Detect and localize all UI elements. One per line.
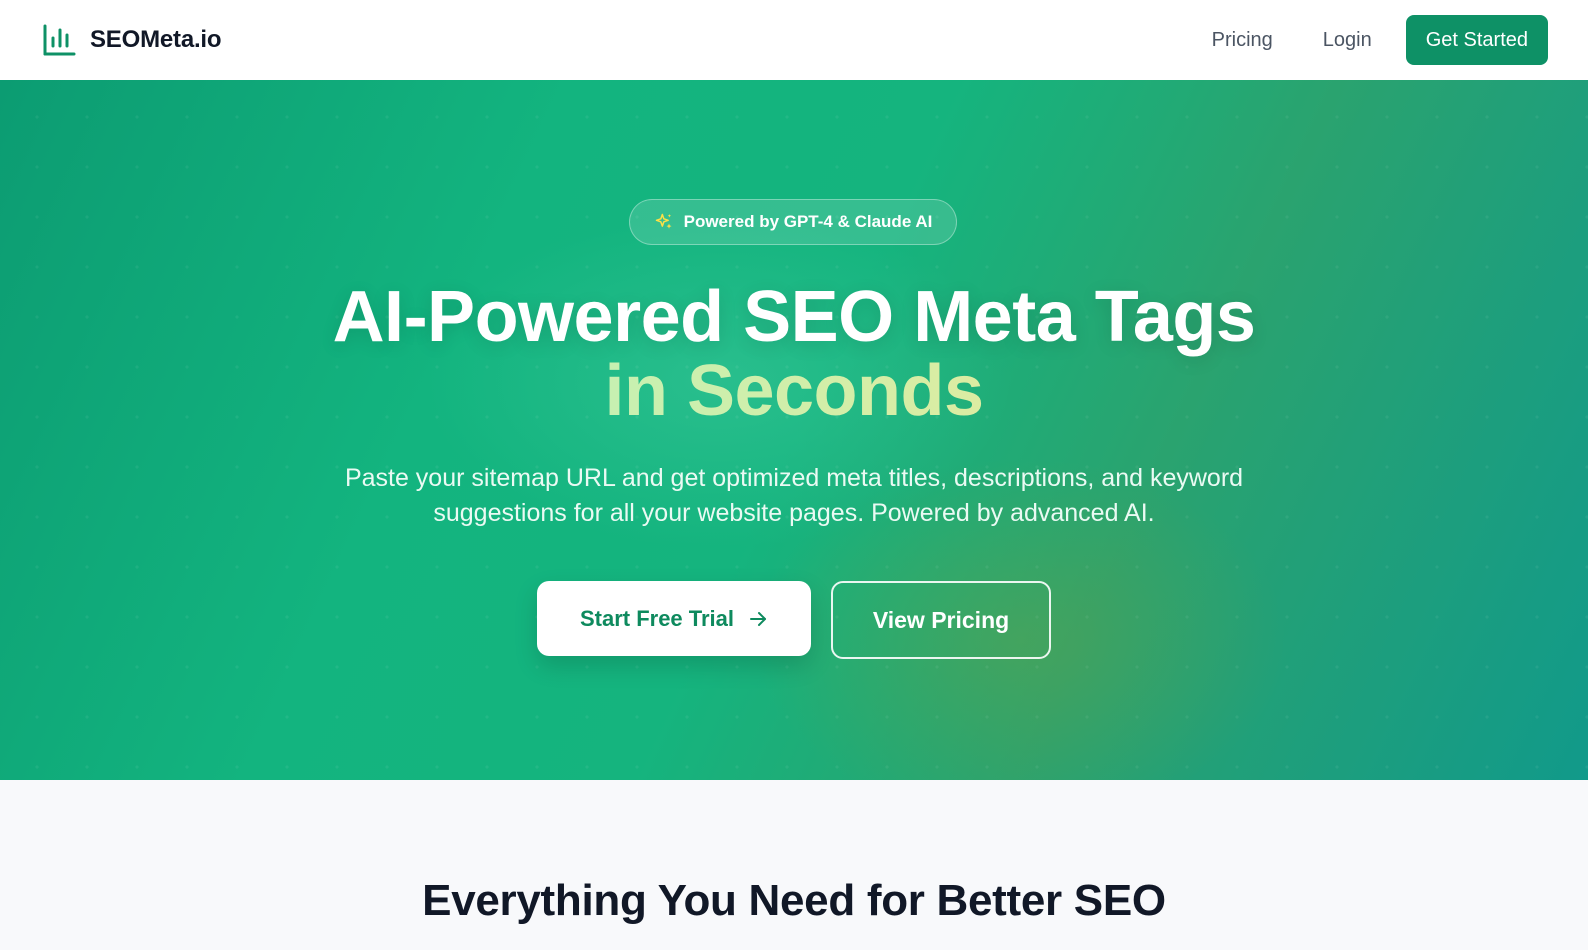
brand-name: SEOMeta.io xyxy=(90,26,222,53)
sparkles-icon xyxy=(655,213,672,229)
hero-title-highlight: in Seconds xyxy=(0,354,1588,428)
get-started-button[interactable]: Get Started xyxy=(1405,15,1548,65)
features-title: Everything You Need for Better SEO xyxy=(422,876,1166,925)
features-section: Everything You Need for Better SEO xyxy=(0,780,1588,950)
bar-chart-icon xyxy=(43,24,76,56)
ai-badge: Powered by GPT-4 & Claude AI xyxy=(629,199,957,245)
top-navbar: SEOMeta.io Pricing Login Get Started xyxy=(0,0,1588,80)
hero-section: Powered by GPT-4 & Claude AI AI-Powered … xyxy=(0,80,1588,780)
arrow-right-icon xyxy=(750,611,767,626)
nav-link-login[interactable]: Login xyxy=(1323,29,1372,52)
hero-title-line1: AI-Powered SEO Meta Tags xyxy=(332,277,1256,357)
view-pricing-button[interactable]: View Pricing xyxy=(831,581,1051,659)
brand[interactable]: SEOMeta.io xyxy=(42,23,222,57)
nav-links: Pricing Login Get Started xyxy=(1212,15,1548,65)
start-free-trial-button[interactable]: Start Free Trial xyxy=(537,581,811,656)
nav-link-pricing[interactable]: Pricing xyxy=(1212,29,1273,52)
hero-title: AI-Powered SEO Meta Tags in Seconds xyxy=(0,280,1588,428)
start-free-trial-label: Start Free Trial xyxy=(579,605,735,631)
badge-text: Powered by GPT-4 & Claude AI xyxy=(683,212,933,231)
hero-subtitle: Paste your sitemap URL and get optimized… xyxy=(344,464,1244,527)
